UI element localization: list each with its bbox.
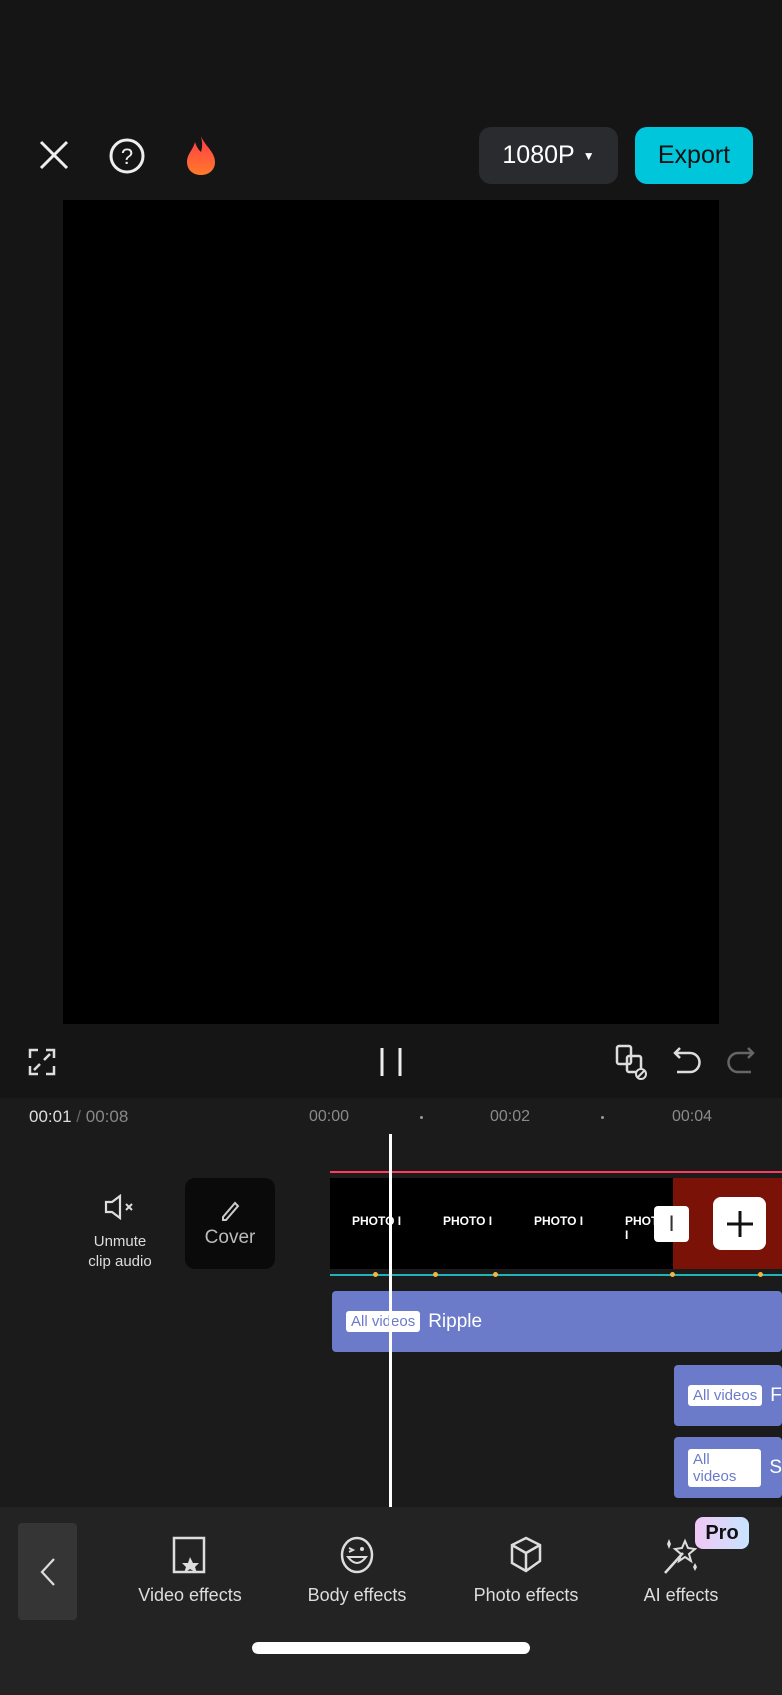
tool-label: Photo effects: [473, 1585, 579, 1605]
playhead[interactable]: [389, 1134, 392, 1507]
video-preview[interactable]: [63, 200, 719, 1024]
time-display: 00:01 / 00:08: [29, 1107, 128, 1127]
current-time: 00:01: [29, 1107, 72, 1126]
keyframe-dot[interactable]: [758, 1272, 763, 1277]
add-clip-button[interactable]: [713, 1197, 766, 1250]
caret-down-icon: ▼: [582, 148, 595, 163]
keyframe-dot[interactable]: [670, 1272, 675, 1277]
video-effects-icon: [172, 1536, 206, 1574]
effect-name: F: [770, 1384, 782, 1406]
fire-icon[interactable]: [183, 134, 219, 176]
keyframe-dot[interactable]: [493, 1272, 498, 1277]
undo-icon[interactable]: [672, 1046, 702, 1076]
tick-label: 00:02: [490, 1108, 531, 1125]
track-indicator-line: [330, 1171, 782, 1173]
clip-frame[interactable]: PHOTO I: [421, 1178, 512, 1269]
tick-label: 00:00: [309, 1108, 350, 1125]
toolbar-video-effects[interactable]: Video effects: [115, 1535, 265, 1606]
photo-effects-icon: [510, 1536, 542, 1573]
keyframe-line: [330, 1274, 782, 1276]
back-button[interactable]: [18, 1523, 77, 1620]
clip-frame[interactable]: PHOTO I: [512, 1178, 603, 1269]
pro-badge: Pro: [695, 1517, 749, 1549]
redo-icon[interactable]: [726, 1046, 756, 1076]
effect-scope-tag: All videos: [688, 1385, 763, 1406]
mute-icon[interactable]: [104, 1194, 138, 1220]
cover-label: Cover: [204, 1226, 256, 1248]
svg-text:?: ?: [121, 144, 133, 169]
help-icon[interactable]: ?: [108, 137, 146, 175]
tool-label: AI effects: [643, 1585, 719, 1605]
plus-icon: [726, 1210, 753, 1237]
keyframe-link-icon[interactable]: [615, 1044, 649, 1080]
split-transition-button[interactable]: I: [654, 1206, 689, 1242]
tick-dot: [601, 1116, 604, 1119]
time-separator: /: [76, 1107, 82, 1126]
export-button[interactable]: Export: [635, 127, 753, 184]
effect-clip[interactable]: All videos S: [674, 1437, 782, 1498]
chevron-left-icon: [40, 1557, 55, 1586]
toolbar-photo-effects[interactable]: Photo effects: [451, 1535, 601, 1606]
pause-icon[interactable]: [378, 1046, 404, 1078]
effect-clip[interactable]: All videos F: [674, 1365, 782, 1426]
edit-pencil-icon: [222, 1201, 240, 1221]
clip-frame[interactable]: PHOTO I: [330, 1178, 421, 1269]
home-indicator: [252, 1642, 530, 1654]
effect-scope-tag: All videos: [688, 1448, 762, 1487]
tool-label: Video effects: [138, 1585, 242, 1605]
toolbar-body-effects[interactable]: Body effects: [282, 1535, 432, 1606]
cover-button[interactable]: Cover: [185, 1178, 275, 1269]
effect-scope-tag: All videos: [346, 1311, 421, 1332]
resolution-dropdown[interactable]: 1080P ▼: [479, 127, 618, 184]
resolution-value: 1080P: [502, 141, 575, 169]
effect-name: Ripple: [428, 1310, 483, 1332]
keyframe-dot[interactable]: [433, 1272, 438, 1277]
effect-clip[interactable]: All videos Ripple: [332, 1291, 782, 1352]
fullscreen-icon[interactable]: [28, 1048, 56, 1076]
tick-dot: [420, 1116, 423, 1119]
total-time: 00:08: [85, 1107, 129, 1126]
close-icon[interactable]: [38, 139, 70, 171]
body-effects-icon: [340, 1536, 374, 1574]
unmute-label: Unmute: [93, 1233, 147, 1250]
tool-label: Body effects: [307, 1585, 407, 1605]
effect-name: S: [769, 1456, 782, 1478]
unmute-clip-audio-button[interactable]: Unmute clip audio: [70, 1232, 170, 1272]
keyframe-dot[interactable]: [373, 1272, 378, 1277]
unmute-label: clip audio: [88, 1253, 152, 1270]
tick-label: 00:04: [672, 1108, 713, 1125]
